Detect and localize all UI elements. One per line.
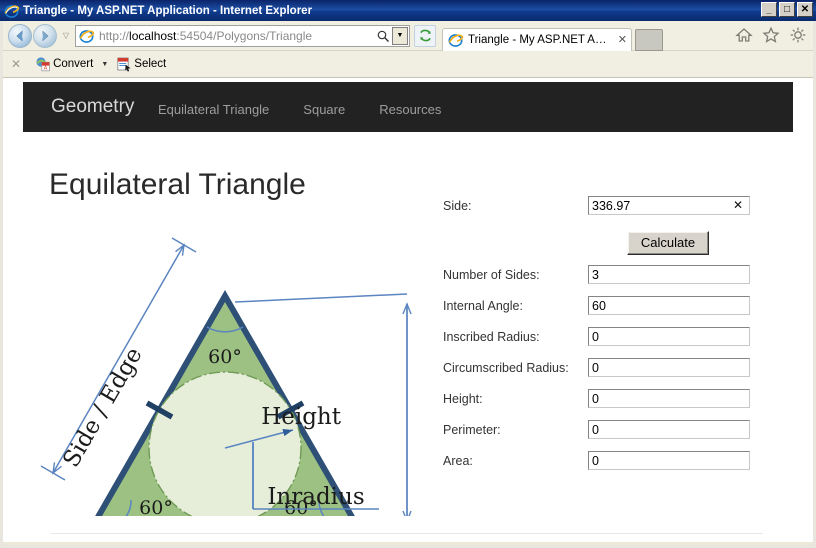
number-of-sides-label: Number of Sides: (443, 268, 540, 282)
url-host: localhost (129, 28, 177, 43)
select-label: Select (134, 58, 167, 70)
search-magnifier-icon[interactable] (374, 29, 392, 43)
refresh-button[interactable] (414, 24, 436, 47)
side-input[interactable] (588, 196, 750, 215)
close-icon: ✕ (800, 3, 810, 15)
refresh-icon (419, 29, 431, 42)
angle-label-top: 60° (208, 346, 242, 368)
internal-angle-input[interactable] (588, 296, 750, 315)
calculate-button[interactable]: Calculate (627, 231, 709, 255)
circumscribed-radius-input[interactable] (588, 358, 750, 377)
browser-tab-label: Triangle - My ASP.NET Applic... (468, 33, 612, 46)
minimize-button[interactable]: _ (761, 2, 777, 17)
height-input[interactable] (588, 389, 750, 408)
page-viewport: Geometry Equilateral Triangle Square Res… (3, 78, 813, 542)
form-row-height: Height: (443, 389, 783, 420)
command-bar-close-icon[interactable]: ✕ (11, 57, 21, 71)
form-row-circumscribed-radius: Circumscribed Radius: (443, 358, 783, 389)
nav-link-resources[interactable]: Resources (379, 102, 441, 117)
internet-explorer-icon (448, 33, 464, 47)
internet-explorer-icon (4, 4, 20, 18)
footer-divider (51, 533, 763, 534)
address-bar-text: http://localhost:54504/Polygons/Triangle (99, 29, 374, 43)
minimize-icon: _ (766, 5, 772, 15)
nav-link-equilateral-triangle[interactable]: Equilateral Triangle (158, 102, 269, 117)
svg-text:A: A (44, 65, 48, 71)
calculator-form: Side: ✕ Calculate Number of Sides: Inter… (443, 196, 783, 482)
form-row-side: Side: ✕ (443, 196, 783, 227)
site-brand[interactable]: Geometry (51, 96, 134, 118)
site-nav-links: Equilateral Triangle Square Resources (158, 102, 441, 117)
window-title: Triangle - My ASP.NET Application - Inte… (23, 4, 313, 17)
area-input[interactable] (588, 451, 750, 470)
acrobat-convert-icon: A (36, 57, 50, 71)
url-path: :54504/Polygons/Triangle (176, 28, 313, 43)
back-button[interactable] (8, 23, 32, 48)
convert-button[interactable]: A Convert (35, 56, 93, 72)
history-dropdown[interactable]: ▽ (60, 31, 72, 40)
form-row-inscribed-radius: Inscribed Radius: (443, 327, 783, 358)
address-bar[interactable]: http://localhost:54504/Polygons/Triangle… (75, 24, 410, 47)
angle-label-left: 60° (139, 497, 173, 516)
select-button[interactable]: Select (116, 56, 166, 72)
form-row-number-of-sides: Number of Sides: (443, 265, 783, 296)
favorites-star-icon[interactable] (762, 26, 780, 44)
tab-strip: Triangle - My ASP.NET Applic... ✕ (442, 21, 663, 51)
internal-angle-label: Internal Angle: (443, 299, 523, 313)
tools-gear-icon[interactable] (789, 26, 807, 44)
plugin-command-bar: ✕ A Convert ▼ Select (3, 51, 813, 78)
window-controls: _ □ ✕ (761, 2, 813, 17)
perimeter-label: Perimeter: (443, 423, 501, 437)
home-icon[interactable] (735, 26, 753, 44)
clear-side-icon[interactable]: ✕ (733, 198, 743, 213)
inradius-label: Inradius (267, 484, 364, 510)
close-button[interactable]: ✕ (797, 2, 813, 17)
toolbar-icons (735, 26, 807, 44)
perimeter-input[interactable] (588, 420, 750, 439)
acrobat-select-icon (117, 57, 131, 72)
browser-window: Triangle - My ASP.NET Application - Inte… (0, 0, 816, 548)
convert-label: Convert (53, 58, 94, 70)
inscribed-radius-label: Inscribed Radius: (443, 330, 540, 344)
forward-button[interactable] (33, 23, 57, 48)
height-label: Height (261, 404, 342, 430)
forward-arrow-icon (42, 30, 49, 41)
number-of-sides-input[interactable] (588, 265, 750, 284)
maximize-icon: □ (783, 3, 791, 15)
area-label: Area: (443, 454, 473, 468)
internet-explorer-icon (79, 29, 95, 43)
form-row-area: Area: (443, 451, 783, 482)
maximize-button[interactable]: □ (779, 2, 795, 17)
equilateral-triangle-diagram: 60° 60° 60° Side / Edge Height Inradius (40, 237, 412, 516)
browser-tab[interactable]: Triangle - My ASP.NET Applic... ✕ (442, 27, 632, 51)
form-row-perimeter: Perimeter: (443, 420, 783, 451)
browser-toolbar: ▽ http://localhost:54504/Polygons/Triang… (3, 21, 813, 51)
inscribed-radius-input[interactable] (588, 327, 750, 346)
tab-close-icon[interactable]: ✕ (618, 33, 627, 46)
window-titlebar: Triangle - My ASP.NET Application - Inte… (0, 0, 816, 21)
convert-dropdown-icon[interactable]: ▼ (101, 61, 108, 68)
new-tab-button[interactable] (635, 28, 663, 51)
circumscribed-radius-label: Circumscribed Radius: (443, 361, 569, 375)
height-label: Height: (443, 392, 483, 406)
navigation-arrows (8, 23, 57, 48)
form-row-calculate: Calculate (443, 227, 783, 265)
nav-link-square[interactable]: Square (303, 102, 345, 117)
form-row-internal-angle: Internal Angle: (443, 296, 783, 327)
side-label: Side: (443, 199, 472, 213)
address-dropdown-button[interactable]: ▼ (392, 26, 408, 45)
url-scheme: http:// (99, 28, 130, 43)
site-navbar: Geometry Equilateral Triangle Square Res… (23, 82, 793, 132)
back-arrow-icon (16, 30, 23, 41)
